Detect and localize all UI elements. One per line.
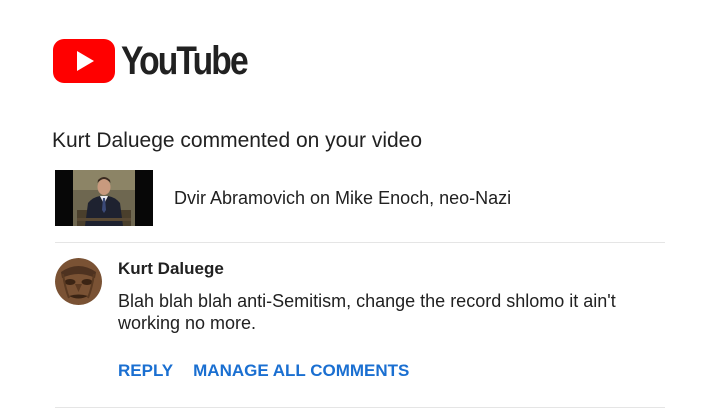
comment-actions: REPLY MANAGE ALL COMMENTS — [118, 361, 409, 381]
notification-headline: Kurt Daluege commented on your video — [52, 129, 423, 152]
reply-button[interactable]: REPLY — [118, 361, 173, 381]
divider — [55, 242, 665, 243]
video-title[interactable]: Dvir Abramovich on Mike Enoch, neo-Nazi — [174, 188, 511, 209]
avatar — [55, 258, 102, 305]
comment-author: Kurt Daluege — [118, 259, 224, 278]
divider — [55, 407, 665, 408]
manage-all-comments-button[interactable]: MANAGE ALL COMMENTS — [193, 361, 409, 381]
youtube-logo[interactable]: YouTube — [53, 38, 271, 84]
video-row[interactable]: Dvir Abramovich on Mike Enoch, neo-Nazi — [55, 170, 511, 226]
youtube-play-icon — [53, 39, 115, 83]
email-notification: YouTube Kurt Daluege commented on your v… — [0, 0, 720, 419]
youtube-wordmark: YouTube — [121, 39, 249, 83]
comment-text: Blah blah blah anti-Semitism, change the… — [118, 291, 616, 333]
video-thumbnail[interactable] — [55, 170, 153, 226]
